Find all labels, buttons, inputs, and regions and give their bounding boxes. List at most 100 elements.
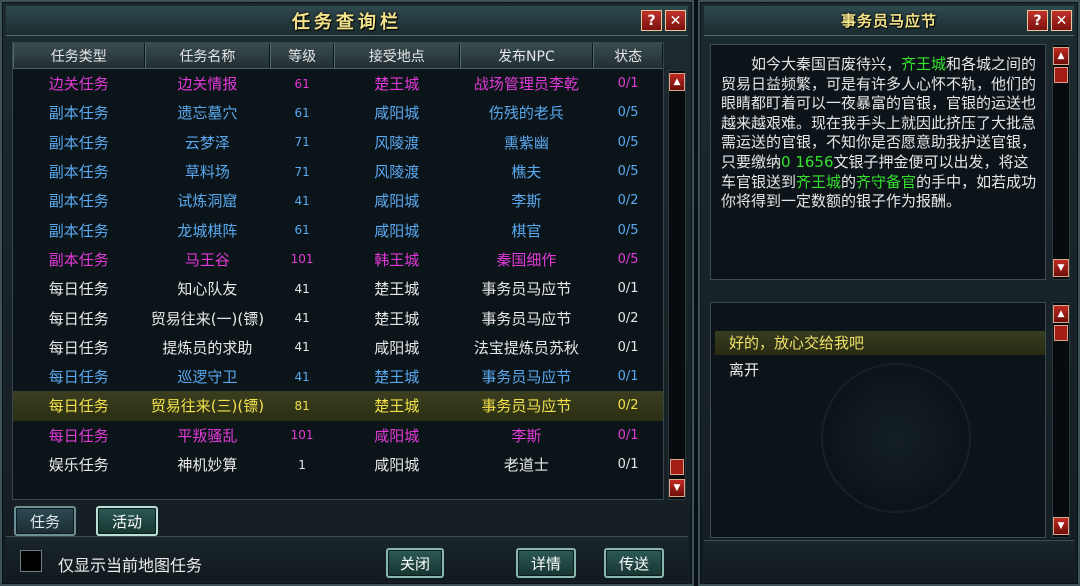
quest-status-cell: 0/1 [617,427,639,443]
table-row[interactable]: 每日任务 提炼员的求助 41 咸阳城 法宝提炼员苏秋 0/1 [13,333,663,362]
npc-panel-titlebar[interactable]: 事务员马应节 ? ✕ [704,6,1074,36]
quest-name-cell: 贸易往来(一)(镖) [150,309,265,328]
table-row[interactable]: 副本任务 龙城棋阵 61 咸阳城 棋官 0/5 [13,215,663,244]
quest-place-cell: 韩王城 [374,250,420,269]
quest-npc-cell: 李斯 [511,426,542,445]
options-scroll-thumb[interactable] [1054,325,1068,341]
npc-dialog-text: 如今大秦国百废待兴，齐王城和各城之间的贸易日益频繁，可是有许多人心怀不轨，他们的… [721,55,1041,212]
dialog-highlight-npc[interactable]: 齐守备官 [856,173,916,191]
dialog-scrollbar[interactable]: ▲ ▼ [1052,44,1070,280]
quest-type-cell: 每日任务 [48,368,109,387]
quest-npc-cell: 法宝提炼员苏秋 [473,338,579,357]
quest-npc-cell: 樵夫 [511,163,542,182]
quest-place-cell: 咸阳城 [374,104,420,123]
quest-name-cell: 马王谷 [184,250,230,269]
scroll-thumb[interactable] [670,459,684,475]
dialog-scroll-up-arrow-icon[interactable]: ▲ [1053,47,1069,65]
quest-npc-cell: 伤残的老兵 [488,104,564,123]
scroll-up-arrow-icon[interactable]: ▲ [669,73,685,91]
quest-status-cell: 0/5 [617,134,639,150]
table-row[interactable]: 副本任务 遗忘墓穴 61 咸阳城 伤残的老兵 0/5 [13,98,663,127]
quest-level-cell: 101 [290,428,314,443]
quest-panel-titlebar[interactable]: 任务查询栏 ? ✕ [6,6,688,36]
table-row[interactable]: 副本任务 试炼洞窟 41 咸阳城 李斯 0/2 [13,186,663,215]
table-row[interactable]: 副本任务 马王谷 101 韩王城 秦国细作 0/5 [13,245,663,274]
quest-place-cell: 咸阳城 [374,426,420,445]
dragon-watermark-icon [821,363,971,513]
options-scroll-up-arrow-icon[interactable]: ▲ [1053,305,1069,323]
quest-type-cell: 每日任务 [48,397,109,416]
close-button[interactable]: 关闭 [386,548,444,578]
quest-level-cell: 61 [294,76,310,91]
quest-level-cell: 71 [294,164,310,179]
dialog-scroll-thumb[interactable] [1054,67,1068,83]
quest-status-cell: 0/2 [617,310,639,326]
quest-type-cell: 每日任务 [48,426,109,445]
quest-status-cell: 0/1 [617,339,639,355]
quest-status-cell: 0/1 [617,76,639,92]
column-header-type[interactable]: 任务类型 [13,43,145,68]
quest-name-cell: 草料场 [184,163,230,182]
dialog-highlight-destination[interactable]: 齐王城 [796,173,841,191]
table-row[interactable]: 每日任务 巡逻守卫 41 楚王城 事务员马应节 0/1 [13,362,663,391]
quest-name-cell: 遗忘墓穴 [177,104,238,123]
quest-list-scrollbar[interactable]: ▲ ▼ [668,70,686,500]
npc-close-icon[interactable]: ✕ [1051,10,1072,31]
table-row[interactable]: 副本任务 草料场 71 风陵渡 樵夫 0/5 [13,157,663,186]
table-row[interactable]: 边关任务 边关情报 61 楚王城 战场管理员李乾 0/1 [13,69,663,98]
quest-level-cell: 71 [294,135,310,150]
quest-level-cell: 81 [294,398,310,413]
quest-npc-cell: 秦国细作 [496,250,557,269]
column-header-level[interactable]: 等级 [270,43,335,68]
quest-type-cell: 每日任务 [48,309,109,328]
quest-place-cell: 楚王城 [374,309,420,328]
table-row[interactable]: 副本任务 云梦泽 71 风陵渡 熏紫幽 0/5 [13,128,663,157]
tab-activities[interactable]: 活动 [96,506,158,536]
column-header-place[interactable]: 接受地点 [334,43,460,68]
column-header-status[interactable]: 状态 [593,43,663,68]
option-leave[interactable]: 离开 [729,359,759,380]
quest-place-cell: 楚王城 [374,75,420,94]
column-header-npc[interactable]: 发布NPC [459,43,594,68]
table-row[interactable]: 每日任务 贸易往来(一)(镖) 41 楚王城 事务员马应节 0/2 [13,303,663,332]
quest-name-cell: 巡逻守卫 [177,368,238,387]
dialog-scroll-down-arrow-icon[interactable]: ▼ [1053,259,1069,277]
quest-status-cell: 0/5 [617,222,639,238]
npc-help-button[interactable]: ? [1027,10,1048,31]
npc-panel-title: 事务员马应节 [840,12,937,30]
quest-type-cell: 副本任务 [48,104,109,123]
table-row[interactable]: 每日任务 知心队友 41 楚王城 事务员马应节 0/1 [13,274,663,303]
table-row[interactable]: 每日任务 贸易往来(三)(镖) 81 楚王城 事务员马应节 0/2 [13,391,663,421]
option-accept[interactable]: 好的，放心交给我吧 [715,331,1045,355]
quest-place-cell: 楚王城 [374,397,420,416]
options-scroll-down-arrow-icon[interactable]: ▼ [1053,517,1069,535]
quest-name-cell: 平叛骚乱 [177,426,238,445]
quest-level-cell: 101 [290,252,314,267]
dialog-text-segment: 的 [841,172,857,191]
quest-npc-cell: 事务员马应节 [481,397,572,416]
dialog-highlight-location[interactable]: 齐王城 [901,55,946,73]
quest-place-cell: 楚王城 [374,280,420,299]
scroll-down-arrow-icon[interactable]: ▼ [669,479,685,497]
quest-level-cell: 41 [294,281,310,296]
tab-quests[interactable]: 任务 [14,506,76,536]
options-scrollbar[interactable]: ▲ ▼ [1052,302,1070,538]
current-map-only-checkbox[interactable] [20,550,42,572]
quest-level-cell: 61 [294,105,310,120]
help-button[interactable]: ? [641,10,662,31]
table-row[interactable]: 娱乐任务 神机妙算 1 咸阳城 老道士 0/1 [13,450,663,479]
quest-status-cell: 0/1 [617,281,639,297]
quest-query-panel: 任务查询栏 ? ✕ 任务类型 任务名称 等级 接受地点 发布NPC 状态 边关任… [0,0,694,586]
column-header-name[interactable]: 任务名称 [144,43,271,68]
table-row[interactable]: 每日任务 平叛骚乱 101 咸阳城 李斯 0/1 [13,421,663,450]
quest-place-cell: 风陵渡 [374,133,420,152]
quest-level-cell: 61 [294,223,310,238]
quest-status-cell: 0/2 [617,193,639,209]
quest-npc-cell: 熏紫幽 [503,133,549,152]
quest-table-body: 边关任务 边关情报 61 楚王城 战场管理员李乾 0/1 副本任务 遗忘墓穴 61 咸阳城 伤残的老… [13,69,663,479]
teleport-button[interactable]: 传送 [604,548,664,578]
details-button[interactable]: 详情 [516,548,576,578]
quest-place-cell: 咸阳城 [374,338,420,357]
dialog-highlight-deposit: 0 1656 [781,152,834,171]
close-icon[interactable]: ✕ [665,10,686,31]
